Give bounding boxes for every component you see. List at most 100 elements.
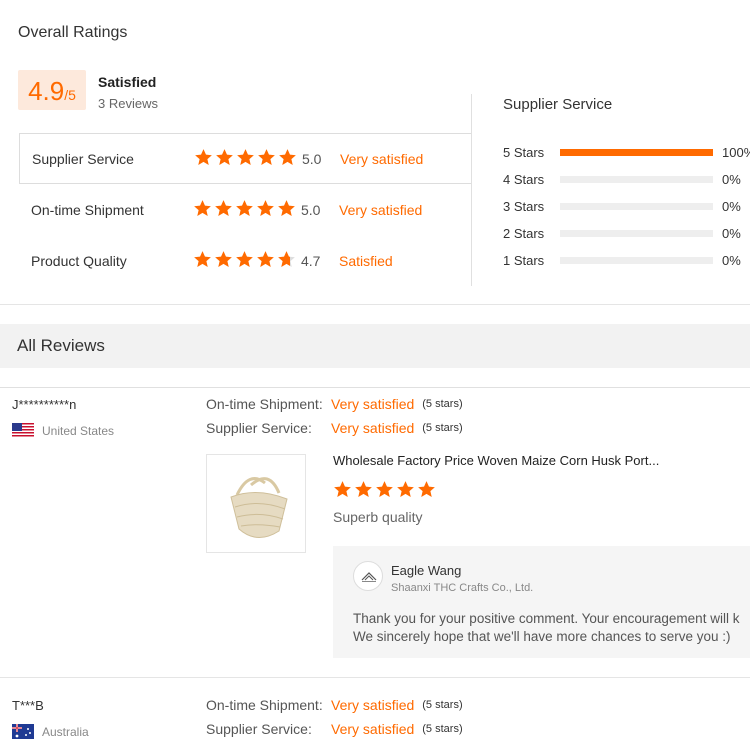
star-icon — [194, 148, 213, 170]
breakdown-bar — [560, 256, 713, 264]
reviewer-country: United States — [12, 423, 114, 438]
star-icon — [417, 480, 436, 504]
breakdown-row-3: 3 Stars 0% — [503, 196, 741, 216]
star-icon — [256, 250, 275, 272]
star-icon — [333, 480, 352, 504]
breakdown-bar — [560, 175, 713, 183]
reply-text: Thank you for your positive comment. You… — [353, 610, 750, 646]
star-rating — [194, 148, 302, 170]
breakdown-row-4: 4 Stars 0% — [503, 169, 741, 189]
breakdown-percent: 0% — [722, 225, 741, 241]
reply-company: Shaanxi THC Crafts Co., Ltd. — [391, 582, 534, 594]
review-ontime-shipment: On-time Shipment: Very satisfied (5 star… — [206, 697, 463, 713]
divider — [0, 677, 750, 678]
rating-text: Satisfied — [339, 252, 393, 269]
rating-text: Very satisfied — [339, 201, 423, 218]
breakdown-bar — [560, 202, 713, 210]
breakdown-row-1: 1 Stars 0% — [503, 250, 741, 270]
review-field-stars: (5 stars) — [422, 398, 463, 410]
review-field-label: Supplier Service: — [206, 721, 312, 737]
overall-score-max: /5 — [64, 87, 76, 103]
review-field-label: Supplier Service: — [206, 420, 312, 436]
breakdown-label: 4 Stars — [503, 171, 545, 187]
breakdown-percent: 0% — [722, 171, 741, 187]
breakdown-label: 2 Stars — [503, 225, 545, 241]
rating-score: 5.0 — [302, 150, 322, 167]
breakdown-bar — [560, 229, 713, 237]
us-flag-icon — [12, 423, 34, 438]
rating-label: On-time Shipment — [31, 201, 144, 218]
star-icon — [257, 148, 276, 170]
rating-row-supplier-service: Supplier Service 5.0 Very satisfied — [19, 133, 471, 184]
all-reviews-header: All Reviews — [0, 324, 750, 368]
star-icon — [277, 199, 296, 221]
all-reviews-title: All Reviews — [17, 336, 105, 355]
star-icon — [214, 250, 233, 272]
review-supplier-service: Supplier Service: Very satisfied (5 star… — [206, 420, 463, 436]
rating-label: Supplier Service — [32, 150, 134, 167]
reviewer-name: T***B — [12, 698, 44, 713]
divider — [0, 387, 750, 388]
star-icon — [278, 148, 297, 170]
reviewer-name: J**********n — [12, 397, 77, 412]
review-ontime-shipment: On-time Shipment: Very satisfied (5 star… — [206, 396, 463, 412]
review-field-label: On-time Shipment: — [206, 697, 323, 713]
star-icon — [193, 250, 212, 272]
reviews-count: 3 Reviews — [98, 96, 158, 111]
breakdown-label: 5 Stars — [503, 144, 545, 160]
reviewer-country: Australia — [12, 724, 89, 739]
star-rating — [193, 199, 301, 221]
review-field-stars: (5 stars) — [422, 699, 463, 711]
overall-ratings-title: Overall Ratings — [18, 24, 128, 41]
review-field-value: Very satisfied — [331, 697, 415, 713]
review-field-value: Very satisfied — [331, 721, 415, 737]
star-icon — [235, 250, 254, 272]
product-thumbnail[interactable] — [206, 454, 306, 553]
supplier-logo — [353, 561, 383, 591]
divider — [471, 94, 472, 286]
overall-score: 4.9 — [28, 76, 65, 106]
breakdown-bar-fill — [560, 148, 713, 156]
review-supplier-service: Supplier Service: Very satisfied (5 star… — [206, 721, 463, 737]
breakdown-label: 1 Stars — [503, 252, 545, 268]
rating-score: 4.7 — [301, 252, 321, 269]
breakdown-bar — [560, 148, 713, 156]
breakdown-percent: 100% — [722, 144, 750, 160]
star-icon — [215, 148, 234, 170]
product-star-rating — [333, 480, 438, 504]
star-icon — [235, 199, 254, 221]
breakdown-row-5: 5 Stars 100% — [503, 142, 750, 162]
rating-text: Very satisfied — [340, 150, 424, 167]
breakdown-label: 3 Stars — [503, 198, 545, 214]
rating-label: Product Quality — [31, 252, 127, 269]
rating-score: 5.0 — [301, 201, 321, 218]
product-title-link[interactable]: Wholesale Factory Price Woven Maize Corn… — [333, 453, 659, 468]
reply-line: Thank you for your positive comment. You… — [353, 611, 740, 626]
review-field-stars: (5 stars) — [422, 723, 463, 735]
rating-row-ontime-shipment: On-time Shipment 5.0 Very satisfied — [19, 184, 471, 235]
star-icon — [375, 480, 394, 504]
star-icon — [396, 480, 415, 504]
review-field-value: Very satisfied — [331, 396, 415, 412]
star-rating — [193, 250, 301, 272]
review-field-stars: (5 stars) — [422, 422, 463, 434]
overall-score-badge: 4.9 /5 — [18, 70, 86, 110]
breakdown-percent: 0% — [722, 252, 741, 268]
reply-author: Eagle Wang — [391, 563, 462, 578]
star-icon — [236, 148, 255, 170]
rating-row-product-quality: Product Quality 4.7 Satisfied — [19, 235, 471, 286]
star-icon — [354, 480, 373, 504]
breakdown-percent: 0% — [722, 198, 741, 214]
star-icon — [214, 199, 233, 221]
breakdown-row-2: 2 Stars 0% — [503, 223, 741, 243]
country-name: Australia — [42, 724, 89, 739]
divider — [0, 304, 750, 305]
overall-satisfaction-label: Satisfied — [98, 74, 157, 90]
review-field-label: On-time Shipment: — [206, 396, 323, 412]
country-name: United States — [42, 423, 115, 438]
au-flag-icon — [12, 724, 34, 739]
star-icon — [277, 250, 296, 272]
review-field-value: Very satisfied — [331, 420, 415, 436]
star-icon — [256, 199, 275, 221]
basket-image — [230, 477, 288, 538]
